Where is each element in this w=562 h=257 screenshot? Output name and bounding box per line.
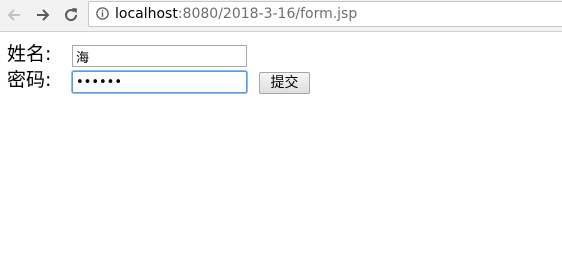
address-bar[interactable]: localhost:8080/2018-3-16/form.jsp <box>88 1 562 27</box>
forward-button[interactable] <box>31 3 55 27</box>
reload-button[interactable] <box>59 3 83 27</box>
reload-icon <box>65 8 78 22</box>
back-arrow-icon <box>7 9 20 21</box>
forward-arrow-icon <box>37 9 50 21</box>
back-button[interactable] <box>2 3 26 27</box>
url-text[interactable]: localhost:8080/2018-3-16/form.jsp <box>115 5 357 23</box>
password-label: 密码: <box>7 69 52 91</box>
url-host: localhost <box>115 6 178 22</box>
name-input[interactable] <box>72 45 247 67</box>
info-icon[interactable] <box>96 7 109 20</box>
url-path: :8080/2018-3-16/form.jsp <box>177 6 358 22</box>
name-label: 姓名: <box>7 43 52 65</box>
page-content: 姓名: 密码: 提交 <box>0 32 562 257</box>
browser-toolbar: localhost:8080/2018-3-16/form.jsp <box>0 0 562 32</box>
submit-button[interactable]: 提交 <box>259 72 310 94</box>
password-input[interactable] <box>72 71 247 93</box>
